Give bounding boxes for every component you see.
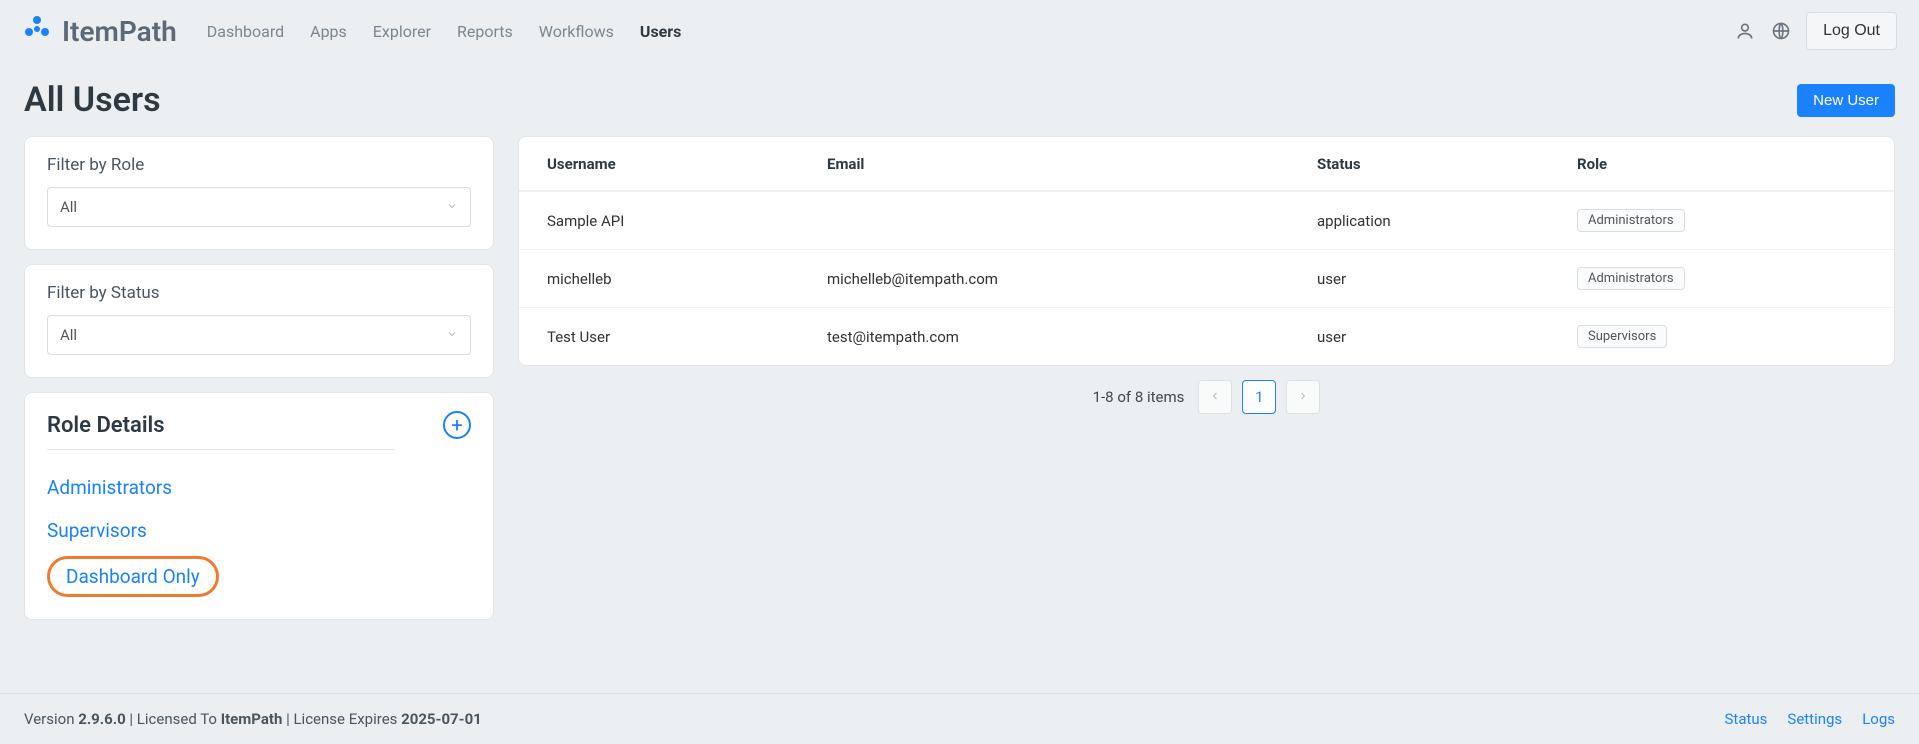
- col-email: Email: [827, 155, 1317, 173]
- cell-username: Sample API: [547, 212, 827, 230]
- topbar: ItemPath Dashboard Apps Explorer Reports…: [0, 0, 1919, 62]
- table-row[interactable]: Sample API application Administrators: [519, 191, 1894, 249]
- col-role: Role: [1577, 155, 1866, 173]
- cell-username: Test User: [547, 328, 827, 346]
- chevron-left-icon: [1209, 388, 1221, 406]
- footer-version: 2.9.6.0: [78, 710, 125, 728]
- role-link-supervisors[interactable]: Supervisors: [47, 509, 471, 552]
- nav-reports[interactable]: Reports: [457, 22, 513, 41]
- footer: Version 2.9.6.0 | Licensed To ItemPath |…: [0, 693, 1919, 744]
- brand-logo[interactable]: ItemPath: [22, 14, 177, 48]
- footer-link-logs[interactable]: Logs: [1862, 710, 1895, 728]
- footer-licensed-to: ItemPath: [221, 710, 283, 728]
- role-details-heading: Role Details: [47, 413, 165, 438]
- footer-link-settings[interactable]: Settings: [1787, 710, 1842, 728]
- brand-name: ItemPath: [62, 15, 177, 48]
- chevron-down-icon: [446, 326, 458, 344]
- pagination-next[interactable]: [1286, 380, 1320, 414]
- page-header: All Users New User: [0, 62, 1919, 136]
- nav-dashboard[interactable]: Dashboard: [207, 22, 284, 41]
- chevron-down-icon: [446, 198, 458, 216]
- filter-role-label: Filter by Role: [47, 155, 471, 175]
- filter-status-select[interactable]: All: [47, 315, 471, 355]
- pagination: 1-8 of 8 items 1: [518, 366, 1895, 428]
- footer-sep: | Licensed To: [126, 710, 221, 728]
- cell-username: michelleb: [547, 270, 827, 288]
- cell-status: user: [1317, 328, 1577, 346]
- cell-email: test@itempath.com: [827, 328, 1317, 346]
- filter-role-select[interactable]: All: [47, 187, 471, 227]
- cell-email: michelleb@itempath.com: [827, 270, 1317, 288]
- cell-status: user: [1317, 270, 1577, 288]
- col-status: Status: [1317, 155, 1577, 173]
- footer-link-status[interactable]: Status: [1725, 710, 1768, 728]
- footer-version-label: Version: [24, 710, 78, 728]
- table-row[interactable]: Test User test@itempath.com user Supervi…: [519, 307, 1894, 365]
- plus-icon: +: [451, 415, 462, 435]
- nav-apps[interactable]: Apps: [310, 22, 347, 41]
- sidebar: Filter by Role All Filter by Status All …: [24, 136, 494, 620]
- page-title: All Users: [24, 80, 161, 120]
- pagination-range: 1-8 of 8 items: [1093, 388, 1185, 406]
- logo-icon: [22, 14, 52, 48]
- main-nav: Dashboard Apps Explorer Reports Workflow…: [207, 22, 1734, 41]
- cell-status: application: [1317, 212, 1577, 230]
- col-username: Username: [547, 155, 827, 173]
- footer-sep: | License Expires: [282, 710, 401, 728]
- filter-status-value: All: [60, 326, 77, 344]
- user-icon[interactable]: [1734, 20, 1756, 42]
- nav-explorer[interactable]: Explorer: [373, 22, 431, 41]
- table-row[interactable]: michelleb michelleb@itempath.com user Ad…: [519, 249, 1894, 307]
- users-table: Username Email Status Role Sample API ap…: [518, 136, 1895, 366]
- footer-links: Status Settings Logs: [1725, 710, 1895, 728]
- filter-role-value: All: [60, 198, 77, 216]
- nav-users[interactable]: Users: [640, 22, 681, 41]
- nav-workflows[interactable]: Workflows: [539, 22, 614, 41]
- globe-icon[interactable]: [1770, 20, 1792, 42]
- filter-status-card: Filter by Status All: [24, 264, 494, 378]
- chevron-right-icon: [1297, 388, 1309, 406]
- role-tag: Administrators: [1577, 267, 1685, 290]
- role-link-dashboard-only[interactable]: Dashboard Only: [47, 556, 219, 597]
- role-details-card: Role Details + Administrators Supervisor…: [24, 392, 494, 620]
- pagination-page-1[interactable]: 1: [1242, 380, 1276, 414]
- topbar-right: Log Out: [1734, 12, 1897, 50]
- role-tag: Supervisors: [1577, 325, 1667, 348]
- content: Username Email Status Role Sample API ap…: [518, 136, 1895, 620]
- logout-button[interactable]: Log Out: [1806, 12, 1897, 50]
- table-header: Username Email Status Role: [519, 137, 1894, 191]
- filter-role-card: Filter by Role All: [24, 136, 494, 250]
- filter-status-label: Filter by Status: [47, 283, 471, 303]
- role-tag: Administrators: [1577, 209, 1685, 232]
- pagination-prev[interactable]: [1198, 380, 1232, 414]
- main: Filter by Role All Filter by Status All …: [0, 136, 1919, 620]
- footer-expires: 2025-07-01: [401, 710, 482, 728]
- divider: [47, 449, 395, 450]
- new-user-button[interactable]: New User: [1797, 84, 1895, 117]
- role-link-administrators[interactable]: Administrators: [47, 466, 471, 509]
- footer-info: Version 2.9.6.0 | Licensed To ItemPath |…: [24, 710, 482, 728]
- add-role-button[interactable]: +: [443, 411, 471, 439]
